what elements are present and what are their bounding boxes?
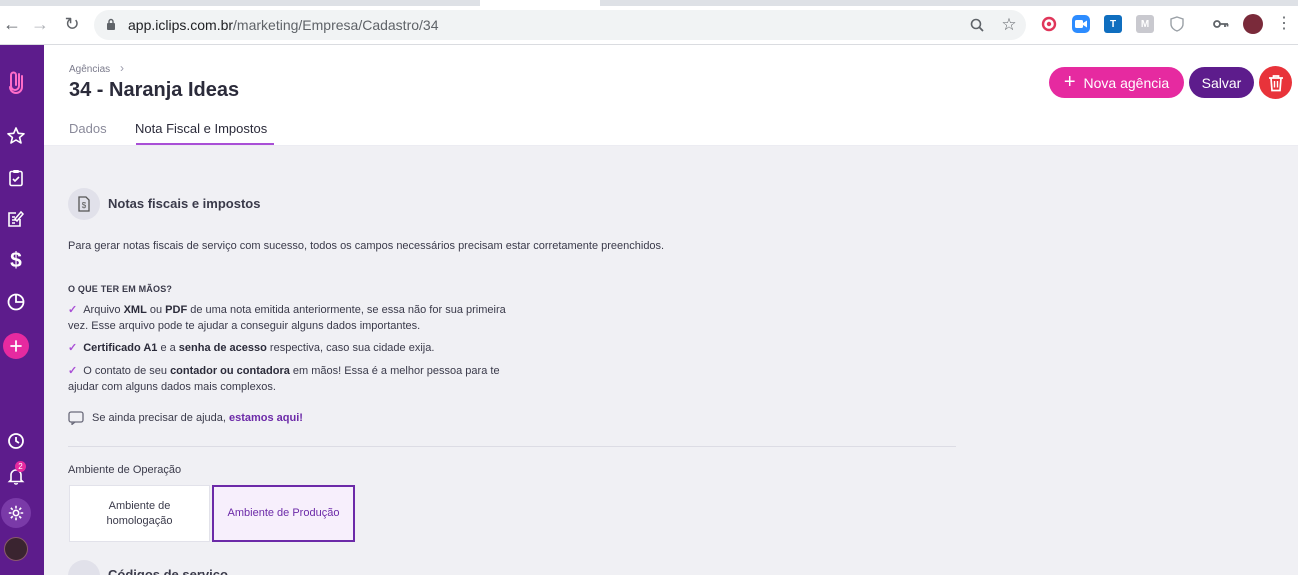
- checklist-item: ✓ Certificado A1 e a senha de acesso resp…: [68, 342, 435, 354]
- svg-text:$: $: [82, 201, 87, 210]
- zoom-extension-icon[interactable]: [1072, 15, 1090, 33]
- forward-arrow-icon[interactable]: →: [28, 12, 52, 36]
- notification-count-badge: 2: [15, 461, 26, 472]
- m-extension-icon[interactable]: M: [1136, 15, 1154, 33]
- shield-extension-icon[interactable]: [1168, 15, 1186, 33]
- homologation-label: Ambiente de homologação: [106, 499, 173, 527]
- reports-pie-icon[interactable]: [5, 291, 27, 313]
- production-label: Ambiente de Produção: [227, 507, 340, 519]
- homologation-option[interactable]: Ambiente de homologação: [69, 485, 210, 542]
- finance-dollar-icon[interactable]: $: [5, 249, 27, 272]
- section-title: Notas fiscais e impostos: [108, 196, 261, 211]
- history-clock-icon[interactable]: [5, 430, 27, 452]
- checklist-item: ✓ Arquivo XML ou PDF de uma nota emitida …: [68, 304, 506, 332]
- address-bar[interactable]: app.iclips.com.br/marketing/Empresa/Cada…: [94, 10, 1026, 40]
- browser-toolbar: ← → ↻ app.iclips.com.br/marketing/Empres…: [0, 0, 1298, 45]
- favorites-star-icon[interactable]: [5, 125, 27, 147]
- breadcrumb-chevron-icon: ›: [120, 61, 124, 75]
- zoom-icon[interactable]: [968, 16, 986, 34]
- profile-avatar[interactable]: [1243, 14, 1263, 34]
- new-agency-label: Nova agência: [1083, 74, 1170, 91]
- tab-strip: [0, 0, 1298, 6]
- app-sidebar: $ 2: [0, 45, 44, 575]
- settings-gear-icon[interactable]: [1, 498, 31, 528]
- tab-dados[interactable]: Dados: [69, 121, 107, 136]
- production-option[interactable]: Ambiente de Produção: [212, 485, 355, 542]
- tab-nota-fiscal[interactable]: Nota Fiscal e Impostos: [135, 121, 267, 136]
- checkmark-icon: ✓: [68, 304, 78, 316]
- invoice-icon: $: [68, 188, 100, 220]
- breadcrumb[interactable]: Agências: [69, 64, 110, 75]
- trello-extension-icon[interactable]: T: [1104, 15, 1122, 33]
- checkmark-icon: ✓: [68, 365, 78, 377]
- new-agency-button[interactable]: + Nova agência: [1049, 67, 1184, 98]
- lock-icon: [107, 18, 115, 30]
- chat-icon: [68, 411, 84, 425]
- help-text: Se ainda precisar de ajuda,: [92, 412, 229, 424]
- delete-button[interactable]: [1259, 66, 1292, 99]
- extension-red-icon[interactable]: [1040, 15, 1058, 33]
- url-text: app.iclips.com.br/marketing/Empresa/Cada…: [128, 17, 439, 33]
- page-title: 34 - Naranja Ideas: [69, 79, 240, 101]
- help-link[interactable]: estamos aqui!: [229, 412, 303, 424]
- user-avatar[interactable]: [4, 537, 28, 561]
- iclips-logo-icon[interactable]: [4, 67, 28, 95]
- browser-menu-icon[interactable]: ⋮: [1272, 12, 1296, 36]
- back-arrow-icon[interactable]: ←: [0, 12, 24, 36]
- plus-icon: +: [1063, 70, 1076, 93]
- help-line: Se ainda precisar de ajuda, estamos aqui…: [68, 411, 303, 425]
- page-header: Agências › 34 - Naranja Ideas Dados Nota…: [44, 45, 1298, 146]
- bookmark-star-icon[interactable]: ☆: [1000, 15, 1018, 34]
- active-tab-indicator: [136, 143, 274, 145]
- add-plus-icon[interactable]: [3, 333, 29, 359]
- environment-label: Ambiente de Operação: [68, 464, 182, 476]
- divider: [68, 446, 956, 447]
- service-codes-icon: [68, 560, 100, 575]
- edit-document-icon[interactable]: [5, 208, 27, 230]
- service-codes-title: Códigos de serviço: [108, 567, 228, 575]
- save-button[interactable]: Salvar: [1189, 67, 1254, 98]
- checkmark-icon: ✓: [68, 342, 78, 354]
- reload-icon[interactable]: ↻: [60, 12, 84, 36]
- checklist-item: ✓ O contato de seu contador ou contadora …: [68, 365, 500, 393]
- trash-icon: [1268, 74, 1283, 91]
- intro-text: Para gerar notas fiscais de serviço com …: [68, 240, 665, 252]
- clipboard-tasks-icon[interactable]: [5, 167, 27, 189]
- main-content: $ Notas fiscais e impostos Para gerar no…: [44, 146, 1298, 575]
- active-browser-tab[interactable]: [480, 0, 600, 6]
- key-icon[interactable]: [1212, 15, 1230, 33]
- checklist-heading: O QUE TER EM MÃOS?: [68, 284, 173, 294]
